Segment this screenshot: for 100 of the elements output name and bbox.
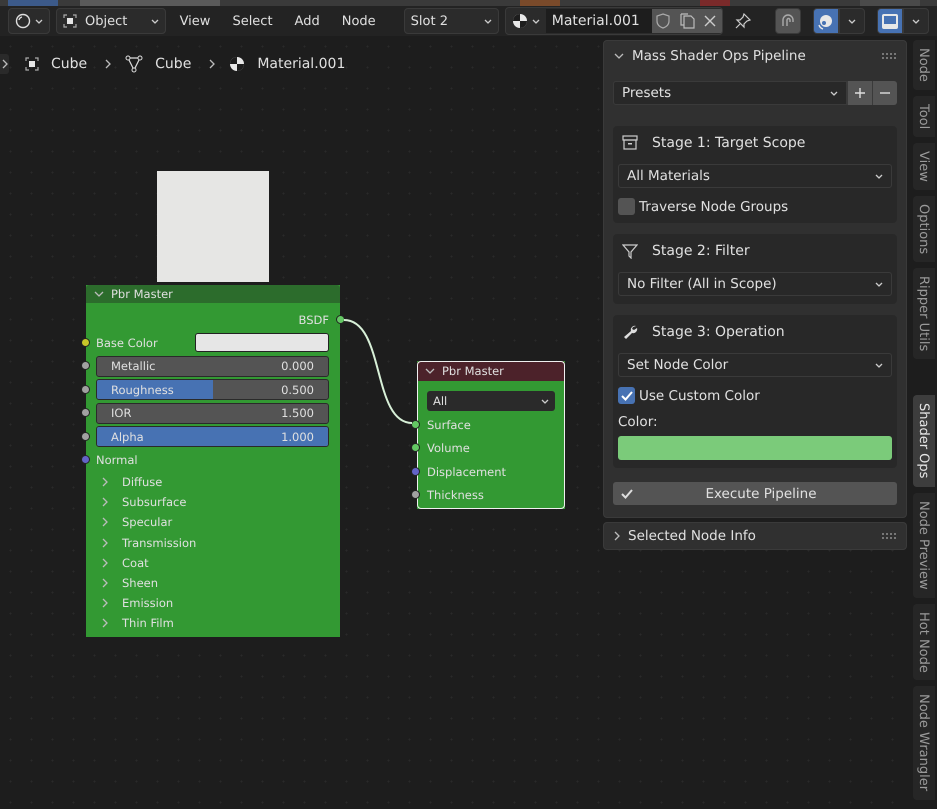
chevron-icon [102,578,108,588]
socket-label: Thickness [427,488,484,502]
drag-handle-icon [882,53,896,59]
breadcrumb-label: Cube [51,56,88,72]
socket-dot[interactable] [81,432,90,441]
chevron-icon [102,538,108,548]
dropdown-field[interactable]: Set Node Color [618,353,892,377]
mode-dropdown[interactable]: Object [56,8,166,34]
field-value: 0.000 [281,359,314,374]
menu-item[interactable]: Node [334,8,384,34]
execute-button[interactable]: Execute Pipeline [613,482,897,505]
caret-icon [875,174,883,178]
menu-item[interactable]: View [172,8,218,34]
add-preset-button[interactable] [847,81,872,105]
stage-title: Stage 2: Filter [652,243,750,259]
caret-icon [150,18,159,24]
chevron-icon [102,598,108,608]
editor-type-icon [15,13,31,29]
checkbox[interactable] [618,198,635,215]
socket-dot[interactable] [411,443,420,452]
number-slider[interactable]: Alpha 1.000 [96,426,329,448]
socket-dot[interactable] [81,384,90,394]
presets-dropdown[interactable]: Presets [613,81,847,105]
panel-header[interactable]: Selected Node Info [603,522,907,550]
checkbox-label: Use Custom Color [639,388,760,404]
editor-type-button[interactable] [8,8,50,34]
socket-label: Surface [427,418,471,432]
menu-item[interactable]: Add [286,8,328,34]
chevron-icon [102,558,108,568]
color-field[interactable] [195,333,329,352]
caret-icon [484,18,492,24]
object-icon [25,57,39,71]
caret-icon [875,362,883,368]
sidebar-tab[interactable]: Tool [912,96,934,138]
slot-dropdown[interactable]: Slot 2 [404,8,499,34]
node-title: Pbr Master [442,364,504,378]
number-slider[interactable]: Roughness 0.500 [96,379,329,400]
collapse-icon [94,291,104,297]
menu-item[interactable]: Select [224,8,281,34]
socket-dot[interactable] [81,338,90,347]
socket-label: Displacement [427,464,506,479]
chevron-icon [102,497,108,508]
socket-dot[interactable] [81,361,90,370]
socket-dot[interactable] [411,466,420,476]
caret-icon [830,90,838,96]
socket-dot[interactable] [81,408,90,418]
checkbox[interactable] [618,387,635,404]
sidebar-tab[interactable]: Options [912,196,934,262]
socket-label: Base Color [96,336,159,350]
field-label: IOR [111,406,132,420]
socket-dot[interactable] [336,315,345,324]
toggle-button[interactable] [877,8,903,34]
sidebar-tab[interactable]: Node Preview [912,492,934,598]
dropdown-field[interactable]: No Filter (All in Scope) [618,272,892,296]
chevron-down-icon [614,53,624,59]
wrench-icon [622,324,638,340]
dropdown-field[interactable]: All Materials [618,164,892,188]
caret-icon [875,282,883,286]
toggle-button[interactable] [813,8,839,34]
sidebar-tab[interactable]: Node [912,40,934,90]
sidebar-tab[interactable]: Node Wrangler [912,686,934,800]
sidebar-tab[interactable]: Ripper Utils [912,268,934,360]
mesh-icon [125,55,144,73]
chevron-icon [614,531,620,541]
drag-handle-icon [882,533,896,539]
pin-icon [735,13,751,29]
socket-label: Volume [427,441,470,456]
socket-dot[interactable] [411,420,420,429]
chevron-icon [209,59,216,69]
caret-icon [541,398,549,404]
field-label: Alpha [111,430,144,444]
checkbox-label: Traverse Node Groups [639,198,788,214]
caret-icon [912,18,920,24]
overlay-icon [817,12,835,30]
node-header[interactable]: Pbr Master [417,361,565,381]
sidebar-toggle[interactable] [0,54,9,74]
socket-dot[interactable] [411,490,420,500]
node-header[interactable]: Pbr Master [86,285,340,303]
field-value: 1.000 [281,430,314,444]
stage-title: Stage 3: Operation [652,324,785,340]
number-slider[interactable]: Metallic 0.000 [96,356,329,377]
field-label: Color: [618,414,659,430]
toggle-button[interactable] [775,8,801,34]
socket-dot[interactable] [81,455,90,464]
chevron-icon [2,59,8,69]
chevron-icon [102,517,108,528]
node-dropdown[interactable]: All [427,391,555,411]
number-slider[interactable]: IOR 1.500 [96,402,329,424]
node-card[interactable]: Pbr Master BSDF Base Color Metallic 0.000 Roughness 0.500 IOR 1.500 Alpha 1.000 Normal Diffuse Subsurface Specular Transmission Coat Sheen Emission Thin Film [81,285,345,637]
sidebar-tab[interactable]: Shader Ops [912,395,934,487]
chevron-icon [105,59,112,69]
color-field[interactable] [618,436,892,460]
node-title: Pbr Master [111,287,173,301]
socket-label: Normal [96,453,138,468]
field-label: Metallic [111,359,156,374]
breadcrumb-label: Material.001 [257,56,346,72]
sidebar-tab[interactable]: Hot Node [912,604,934,680]
breadcrumb-label: Cube [155,56,192,72]
sidebar-tab[interactable]: View [912,143,934,190]
check-icon [621,488,633,498]
